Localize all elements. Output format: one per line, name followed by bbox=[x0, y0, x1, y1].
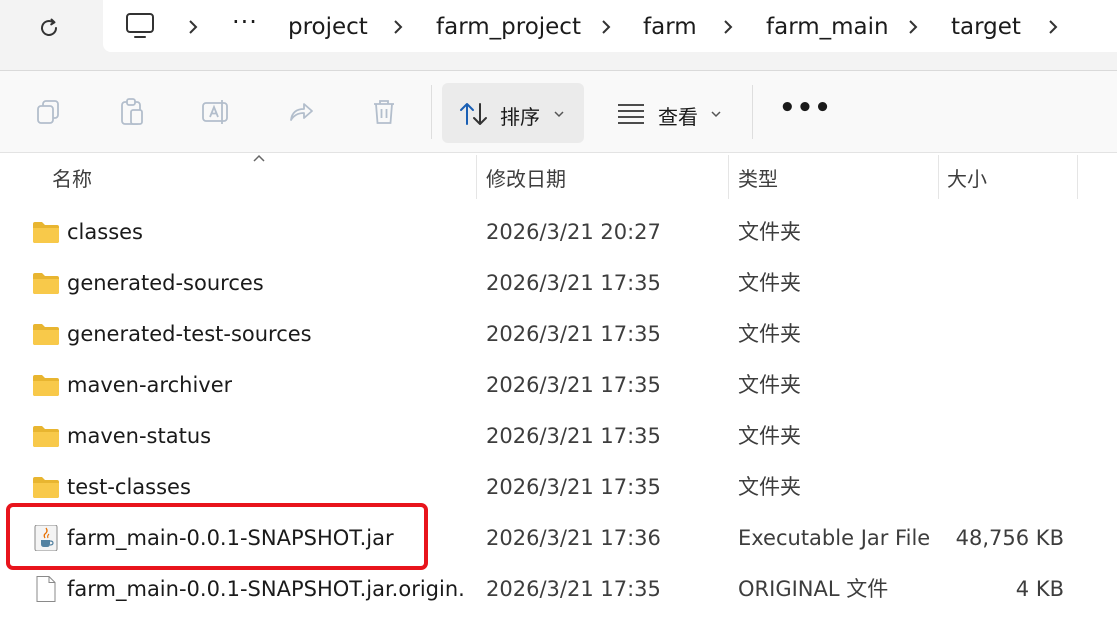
folder-icon bbox=[33, 273, 59, 294]
file-size: 48,756 KB bbox=[955, 526, 1064, 550]
chevron-right-icon[interactable] bbox=[1043, 16, 1063, 38]
sort-label: 排序 bbox=[500, 105, 540, 129]
file-date: 2026/3/21 17:35 bbox=[486, 271, 661, 295]
folder-icon bbox=[33, 375, 59, 396]
view-button[interactable]: 查看 bbox=[604, 83, 734, 143]
breadcrumb-item-project[interactable]: project bbox=[288, 13, 368, 41]
chevron-right-icon[interactable] bbox=[183, 16, 203, 38]
file-date: 2026/3/21 17:35 bbox=[486, 577, 661, 601]
folder-icon bbox=[33, 426, 59, 447]
chevron-right-icon[interactable] bbox=[903, 16, 923, 38]
file-type: 文件夹 bbox=[738, 322, 801, 346]
breadcrumb-item-farm-project[interactable]: farm_project bbox=[436, 13, 581, 41]
trash-icon bbox=[374, 100, 394, 124]
list-item[interactable]: generated-test-sources 2026/3/21 17:35 文… bbox=[0, 309, 1117, 360]
list-item[interactable]: classes 2026/3/21 20:27 文件夹 bbox=[0, 207, 1117, 258]
toolbar-divider bbox=[752, 85, 753, 139]
file-type: 文件夹 bbox=[738, 220, 801, 244]
share-button[interactable] bbox=[286, 97, 316, 127]
rename-button[interactable] bbox=[201, 97, 231, 127]
column-divider[interactable] bbox=[1077, 155, 1078, 199]
view-label: 查看 bbox=[658, 105, 698, 129]
file-type: 文件夹 bbox=[738, 373, 801, 397]
file-name: maven-status bbox=[67, 424, 212, 448]
list-item[interactable]: generated-sources 2026/3/21 17:35 文件夹 bbox=[0, 258, 1117, 309]
column-divider[interactable] bbox=[938, 155, 939, 199]
toolbar-divider bbox=[431, 85, 432, 139]
column-header-size[interactable]: 大小 bbox=[947, 163, 987, 192]
list-item[interactable]: farm_main-0.0.1-SNAPSHOT.jar.origin... 2… bbox=[0, 564, 1117, 615]
refresh-icon bbox=[41, 18, 57, 36]
this-pc-button[interactable] bbox=[125, 12, 155, 44]
view-list-icon bbox=[618, 104, 644, 124]
address-bar: ··· project farm_project farm farm_main … bbox=[0, 0, 1117, 71]
file-type: ORIGINAL 文件 bbox=[738, 577, 889, 601]
file-date: 2026/3/21 20:27 bbox=[486, 220, 661, 244]
file-name: classes bbox=[67, 220, 143, 244]
file-name: maven-archiver bbox=[67, 373, 233, 397]
file-type: 文件夹 bbox=[738, 475, 801, 499]
delete-button[interactable] bbox=[369, 97, 399, 127]
file-type: 文件夹 bbox=[738, 271, 801, 295]
file-name: generated-test-sources bbox=[67, 322, 312, 346]
folder-icon bbox=[33, 222, 59, 243]
file-date: 2026/3/21 17:36 bbox=[486, 526, 661, 550]
refresh-button[interactable] bbox=[28, 8, 70, 48]
folder-icon bbox=[33, 324, 59, 345]
column-header-date[interactable]: 修改日期 bbox=[486, 163, 566, 192]
paste-button[interactable] bbox=[117, 97, 147, 127]
more-options-button[interactable]: ••• bbox=[779, 93, 832, 123]
chevron-right-icon[interactable] bbox=[596, 16, 616, 38]
copy-button[interactable] bbox=[33, 97, 63, 127]
file-date: 2026/3/21 17:35 bbox=[486, 373, 661, 397]
file-date: 2026/3/21 17:35 bbox=[486, 322, 661, 346]
file-name: test-classes bbox=[67, 475, 191, 499]
chevron-right-icon[interactable] bbox=[718, 16, 738, 38]
breadcrumb-item-farm-main[interactable]: farm_main bbox=[766, 13, 889, 41]
sort-arrows-icon bbox=[460, 103, 487, 125]
chevron-down-icon bbox=[554, 111, 564, 118]
highlight-box bbox=[6, 503, 428, 570]
list-item[interactable]: maven-archiver 2026/3/21 17:35 文件夹 bbox=[0, 360, 1117, 411]
file-type: Executable Jar File bbox=[738, 526, 931, 550]
blank-file-icon bbox=[36, 576, 56, 602]
column-header-name[interactable]: 名称 bbox=[52, 163, 92, 192]
file-type: 文件夹 bbox=[738, 424, 801, 448]
copy-icon bbox=[37, 100, 59, 124]
command-bar: 排序 查看 ••• bbox=[0, 71, 1117, 153]
folder-icon bbox=[33, 477, 59, 498]
chevron-right-icon[interactable] bbox=[388, 16, 408, 38]
column-divider[interactable] bbox=[476, 155, 477, 199]
paste-icon bbox=[121, 98, 143, 125]
breadcrumb-item-target[interactable]: target bbox=[951, 13, 1021, 41]
file-date: 2026/3/21 17:35 bbox=[486, 475, 661, 499]
share-icon bbox=[290, 103, 313, 121]
breadcrumb-item-farm[interactable]: farm bbox=[643, 13, 697, 41]
list-item[interactable]: maven-status 2026/3/21 17:35 文件夹 bbox=[0, 411, 1117, 462]
column-header-type[interactable]: 类型 bbox=[738, 163, 778, 192]
sort-ascending-icon bbox=[253, 154, 265, 162]
file-name: farm_main-0.0.1-SNAPSHOT.jar.origin... bbox=[67, 577, 467, 601]
rename-icon bbox=[202, 100, 228, 124]
file-name: generated-sources bbox=[67, 271, 264, 295]
column-divider[interactable] bbox=[728, 155, 729, 199]
column-header-row: 名称 修改日期 类型 大小 bbox=[0, 153, 1117, 199]
sort-button[interactable]: 排序 bbox=[442, 83, 584, 143]
file-date: 2026/3/21 17:35 bbox=[486, 424, 661, 448]
file-size: 4 KB bbox=[1015, 577, 1064, 601]
chevron-down-icon bbox=[711, 111, 721, 118]
breadcrumb-overflow-button[interactable]: ··· bbox=[232, 8, 258, 36]
monitor-icon bbox=[126, 13, 154, 38]
